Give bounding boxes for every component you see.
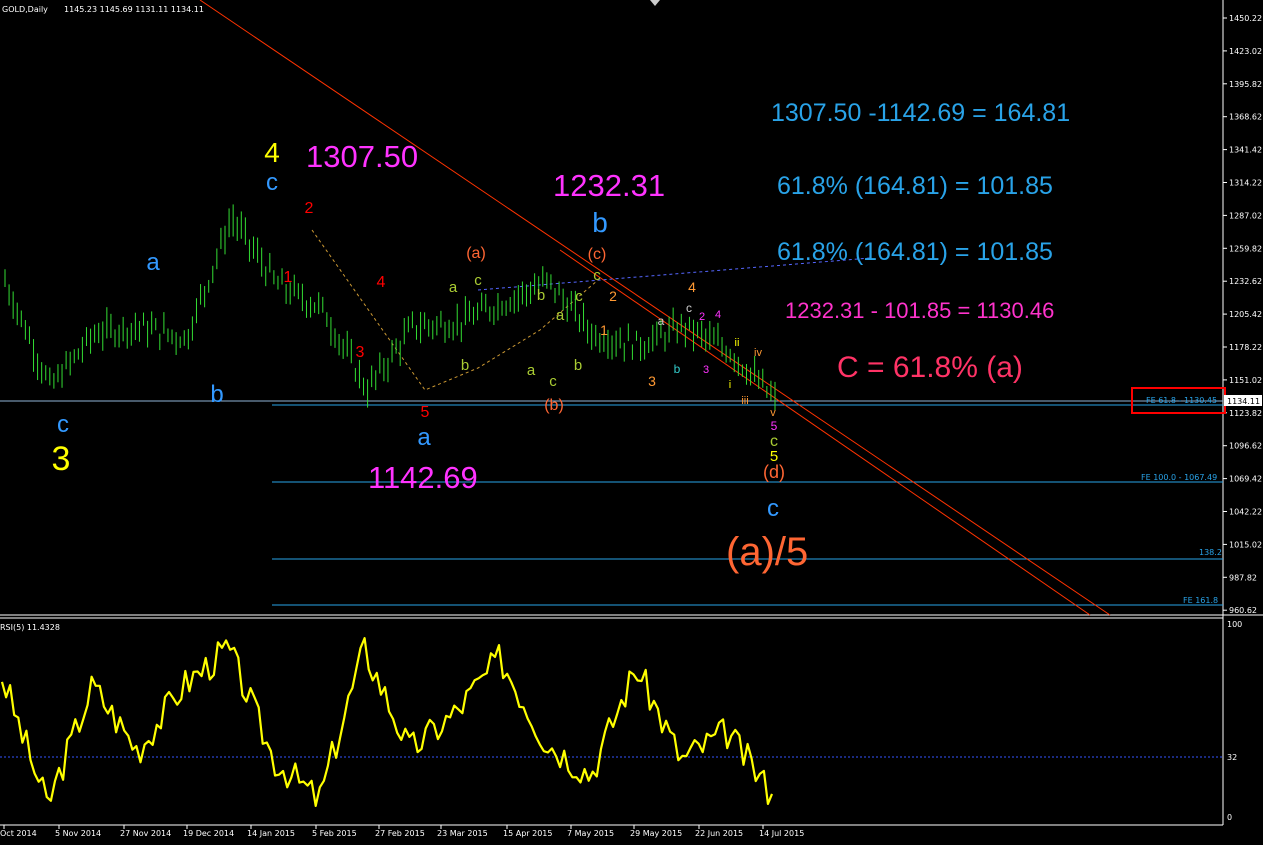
date-tick-label: 5 Nov 2014 bbox=[55, 829, 101, 838]
price-tick-label: 1341.42 bbox=[1229, 146, 1262, 155]
wave-label: c bbox=[474, 272, 482, 289]
wave-label: i bbox=[729, 379, 731, 391]
price-tick-label: 1259.82 bbox=[1229, 244, 1262, 253]
wave-label: a bbox=[417, 424, 431, 451]
wave-label: 3 bbox=[52, 440, 71, 478]
rsi-tick-0: 0 bbox=[1227, 813, 1232, 822]
wave-label: a bbox=[556, 307, 565, 324]
fe-161-label: FE 161.8 bbox=[1183, 596, 1218, 605]
price-tick-label: 1096.62 bbox=[1229, 442, 1262, 451]
wave-label: b bbox=[574, 357, 582, 374]
wave-label: 2 bbox=[699, 311, 705, 323]
wave-label: b bbox=[210, 381, 223, 408]
calc-target: 1232.31 - 101.85 = 1130.46 bbox=[785, 298, 1054, 323]
wave-label: 4 bbox=[377, 274, 386, 291]
wave-label: 1 bbox=[284, 269, 293, 286]
wave-label: c bbox=[57, 411, 69, 438]
wave-label: 3 bbox=[648, 373, 656, 389]
wave-label: (c) bbox=[588, 246, 607, 263]
fe-61-8-label: FE 61.8 - 1130.45 bbox=[1146, 396, 1217, 405]
price-tick-label: 1287.02 bbox=[1229, 211, 1262, 220]
calc-fib-1: 61.8% (164.81) = 101.85 bbox=[777, 172, 1053, 200]
ohlc-readout: 1145.23 1145.69 1131.11 1134.11 bbox=[64, 5, 204, 14]
wave-label: 5 bbox=[421, 404, 430, 421]
price-tick-label: 1042.22 bbox=[1229, 508, 1262, 517]
wave-label: c bbox=[593, 267, 601, 284]
wave-label: ii bbox=[735, 337, 740, 349]
price-tick-label: 1368.62 bbox=[1229, 113, 1262, 122]
wave-label: b bbox=[674, 362, 681, 376]
price-tick-label: 987.82 bbox=[1229, 573, 1257, 582]
wave-label: 4 bbox=[264, 137, 280, 168]
price-tick-label: 1123.82 bbox=[1229, 409, 1262, 418]
target-wave-label: (a)/5 bbox=[726, 530, 808, 574]
price-tick-label: 1232.62 bbox=[1229, 277, 1262, 286]
wave-label: b bbox=[592, 207, 608, 238]
calc-range: 1307.50 -1142.69 = 164.81 bbox=[771, 99, 1070, 127]
chart-background bbox=[0, 0, 1263, 845]
wave-label: a bbox=[449, 279, 458, 296]
date-tick-label: 5 Feb 2015 bbox=[312, 829, 357, 838]
price-tick-label: 1151.02 bbox=[1229, 376, 1262, 385]
current-price-value: 1134.11 bbox=[1227, 397, 1260, 406]
fe-100-label: FE 100.0 - 1067.49 bbox=[1141, 473, 1217, 482]
date-tick-label: 29 May 2015 bbox=[630, 829, 682, 838]
price-low-label: 1142.69 bbox=[368, 460, 478, 495]
wave-label: v bbox=[770, 407, 776, 419]
fe-138-label: 138.2 bbox=[1199, 548, 1222, 557]
date-tick-label: 23 Mar 2015 bbox=[437, 829, 488, 838]
rsi-tick-100: 100 bbox=[1227, 620, 1242, 629]
wave-label: 4 bbox=[688, 279, 696, 295]
price-tick-label: 1450.22 bbox=[1229, 14, 1262, 23]
date-tick-label: 7 May 2015 bbox=[567, 829, 614, 838]
date-tick-label: 27 Feb 2015 bbox=[375, 829, 425, 838]
wave-label: 4 bbox=[715, 309, 721, 321]
date-tick-label: 15 Apr 2015 bbox=[503, 829, 552, 838]
wave-label: c bbox=[549, 373, 557, 390]
date-tick-label: Oct 2014 bbox=[0, 829, 37, 838]
date-tick-label: 19 Dec 2014 bbox=[183, 829, 234, 838]
wave-label: 5 bbox=[771, 419, 778, 433]
price-b-label: 1232.31 bbox=[553, 168, 665, 203]
gold-daily-chart: GOLD,Daily 1145.23 1145.69 1131.11 1134.… bbox=[0, 0, 1263, 845]
wave-label: 1 bbox=[600, 322, 608, 338]
wave-label: c bbox=[686, 301, 692, 315]
wave-label: c bbox=[266, 169, 278, 196]
date-tick-label: 22 Jun 2015 bbox=[695, 829, 743, 838]
date-tick-label: 14 Jan 2015 bbox=[247, 829, 295, 838]
rsi-title: RSI(5) 11.4328 bbox=[0, 623, 60, 632]
wave-label: c bbox=[575, 288, 583, 305]
price-tick-label: 1205.42 bbox=[1229, 310, 1262, 319]
wave-label: a bbox=[146, 249, 160, 276]
wave-label: 3 bbox=[703, 364, 709, 376]
wave-label: b bbox=[461, 357, 469, 374]
c-rule: C = 61.8% (a) bbox=[837, 351, 1023, 384]
price-tick-label: 1178.22 bbox=[1229, 343, 1262, 352]
price-tick-label: 1423.02 bbox=[1229, 47, 1262, 56]
price-high-label: 1307.50 bbox=[306, 139, 418, 174]
wave-label: 2 bbox=[609, 288, 617, 304]
rsi-tick-32: 32 bbox=[1227, 753, 1237, 762]
wave-label: a bbox=[658, 314, 665, 328]
wave-label: a bbox=[527, 362, 536, 379]
price-tick-label: 1395.82 bbox=[1229, 80, 1262, 89]
calc-fib-2: 61.8% (164.81) = 101.85 bbox=[777, 238, 1053, 266]
price-tick-label: 960.62 bbox=[1229, 606, 1257, 615]
wave-label: (d) bbox=[763, 462, 785, 482]
wave-label: iv bbox=[754, 347, 762, 359]
wave-label: c bbox=[767, 495, 779, 522]
date-tick-label: 14 Jul 2015 bbox=[759, 829, 804, 838]
price-tick-label: 1015.02 bbox=[1229, 540, 1262, 549]
wave-label: (b) bbox=[544, 397, 564, 414]
wave-label: 2 bbox=[305, 200, 314, 217]
price-tick-label: 1069.42 bbox=[1229, 475, 1262, 484]
wave-label: 3 bbox=[356, 344, 365, 361]
price-tick-label: 1314.22 bbox=[1229, 179, 1262, 188]
wave-label: iii bbox=[741, 395, 748, 407]
date-tick-label: 27 Nov 2014 bbox=[120, 829, 171, 838]
symbol-label: GOLD,Daily bbox=[2, 5, 48, 14]
wave-label: (a) bbox=[466, 245, 486, 262]
wave-label: b bbox=[537, 287, 545, 304]
